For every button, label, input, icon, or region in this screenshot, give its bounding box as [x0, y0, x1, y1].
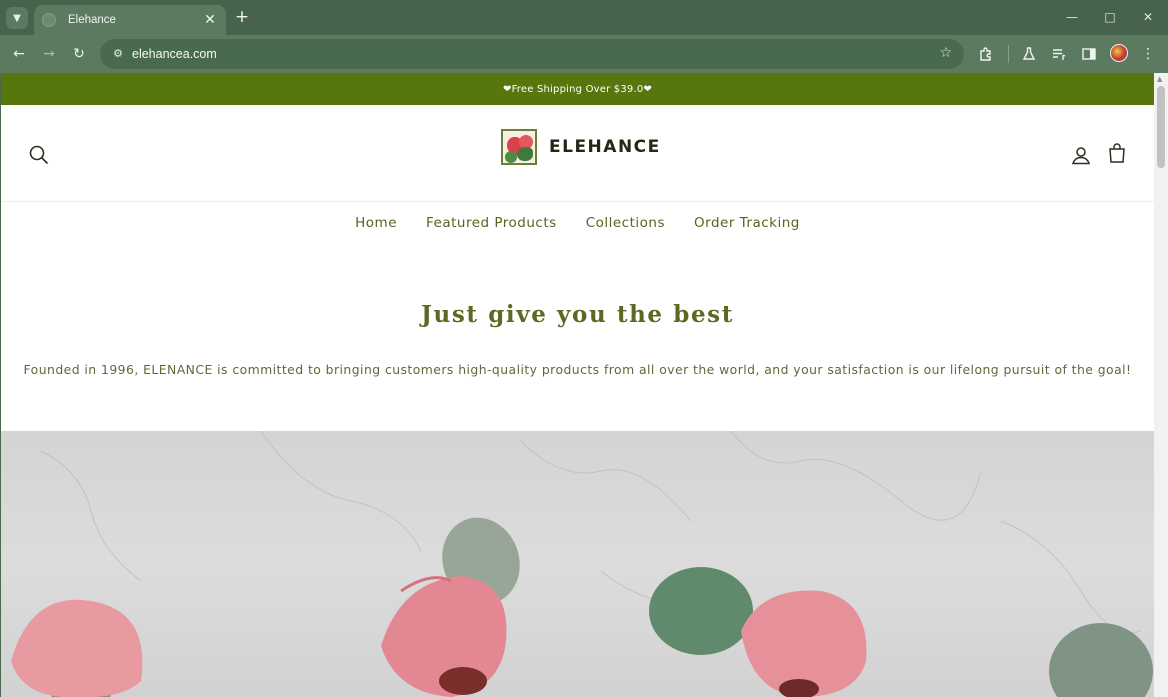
scroll-up-arrow-icon[interactable]: ▲	[1157, 75, 1162, 83]
address-url[interactable]: elehancea.com	[132, 47, 217, 61]
forward-arrow-icon[interactable]: →	[37, 42, 61, 66]
flask-icon[interactable]	[1017, 42, 1041, 66]
nav-collections[interactable]: Collections	[586, 215, 665, 239]
scroll-thumb[interactable]	[1157, 86, 1165, 168]
page-viewport: ❤Free Shipping Over $39.0❤ ELEHANCE Home…	[1, 73, 1154, 697]
tab-favicon-icon	[42, 13, 56, 27]
side-panel-icon[interactable]	[1077, 42, 1101, 66]
kebab-menu-icon[interactable]: ⋮	[1136, 42, 1160, 66]
tab-close-icon[interactable]: ✕	[202, 12, 218, 28]
window-close-icon[interactable]: ✕	[1136, 6, 1160, 28]
address-bar[interactable]: ⚙ elehancea.com ☆	[100, 39, 964, 69]
nav-order-tracking[interactable]: Order Tracking	[694, 215, 800, 239]
minimize-icon[interactable]: —	[1060, 6, 1084, 28]
nav-featured-products[interactable]: Featured Products	[426, 215, 557, 239]
back-arrow-icon[interactable]: ←	[7, 42, 31, 66]
star-icon[interactable]: ☆	[939, 45, 952, 61]
logo-flower-icon	[501, 129, 537, 165]
extensions-icon[interactable]	[974, 42, 998, 66]
search-icon[interactable]	[27, 143, 51, 167]
announcement-bar: ❤Free Shipping Over $39.0❤	[1, 73, 1154, 105]
toolbar-separator	[1008, 45, 1009, 63]
reload-icon[interactable]: ↻	[67, 42, 91, 66]
flower-petals-illustration	[11, 431, 1153, 697]
main-navigation: Home Featured Products Collections Order…	[1, 215, 1154, 239]
browser-tab-strip: ▼ Elehance ✕ + — □ ✕	[0, 0, 1168, 35]
profile-avatar[interactable]	[1110, 44, 1128, 62]
new-tab-plus-icon[interactable]: +	[232, 7, 252, 27]
maximize-icon[interactable]: □	[1098, 6, 1122, 28]
tab-search-chevron-icon[interactable]: ▼	[6, 7, 28, 29]
cart-icon[interactable]	[1105, 141, 1129, 165]
nav-home[interactable]: Home	[355, 215, 397, 239]
hero-title: Just give you the best	[421, 301, 734, 328]
browser-toolbar: ← → ↻ ⚙ elehancea.com ☆ ⋮	[0, 35, 1168, 73]
site-info-icon[interactable]: ⚙	[110, 46, 126, 62]
tab-title: Elehance	[68, 14, 116, 26]
site-header: ELEHANCE	[1, 105, 1154, 202]
logo-text: ELEHANCE	[549, 137, 661, 157]
page-scrollbar[interactable]: ▲	[1154, 73, 1168, 697]
hero-description: Founded in 1996, ELENANCE is committed t…	[23, 362, 1132, 377]
browser-tab[interactable]: Elehance ✕	[34, 5, 226, 35]
reading-list-icon[interactable]	[1047, 42, 1071, 66]
account-icon[interactable]	[1069, 143, 1093, 167]
hero-banner-image	[1, 431, 1154, 697]
site-logo[interactable]: ELEHANCE	[501, 129, 661, 165]
